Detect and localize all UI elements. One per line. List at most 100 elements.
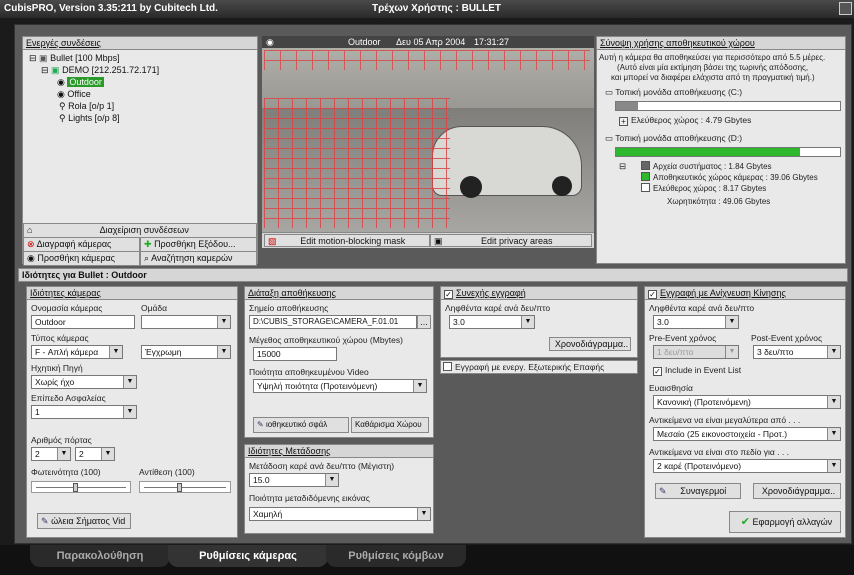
camera-type-select[interactable]: F - Απλή κάμερα <box>31 345 123 359</box>
camera-type-label: Τύπος κάμερας <box>31 333 89 343</box>
delete-camera-button[interactable]: ⊗ Διαγραφή κάμερας <box>23 237 140 252</box>
motion-fps-label: Ληφθέντα καρέ ανά δευ/πτο <box>649 303 755 313</box>
brightness-label: Φωτεινότητα (100) <box>31 467 101 477</box>
search-icon: ⌕ <box>144 253 150 263</box>
storage-error-button[interactable]: ✎ ιοθηκευτικό σφάλ <box>253 417 349 433</box>
system-files-label: Αρχεία συστήματος : 1.84 Gbytes <box>641 161 772 171</box>
continuous-fps-select[interactable]: 3.0 <box>449 315 535 329</box>
tree-node-office[interactable]: ◉ Office <box>29 88 159 100</box>
tree-node-lights[interactable]: ⚲ Lights [o/p 8] <box>29 112 159 124</box>
path-input[interactable]: D:\CUBIS_STORAGE\CAMERA_F.01.01 <box>249 315 417 329</box>
contrast-slider[interactable] <box>139 481 231 493</box>
alarms-button[interactable]: ✎ Συναγερμοί <box>655 483 741 499</box>
continuous-fps-label: Ληφθέντα καρέ ανά δευ/πτο <box>445 303 551 313</box>
tree-node-outdoor[interactable]: ◉ Outdoor <box>29 76 159 88</box>
motion-header[interactable]: ✓ Εγγραφή με Ανίχνευση Κίνησης <box>645 287 845 300</box>
camera-name-label: Ονομασία κάμερας <box>31 303 103 313</box>
motion-schedule-button[interactable]: Χρονοδιάγραμμα.. <box>753 483 841 499</box>
transfer-quality-label: Ποιότητα μεταδιδόμενης εικόνας <box>249 493 370 503</box>
camera-space-label: Αποθηκευτικός χώρος κάμερας : 39.06 Gbyt… <box>641 172 818 182</box>
camera-name-input[interactable]: Outdoor <box>31 315 135 329</box>
edit-icon: ✎ <box>41 516 49 526</box>
eye-icon: ◉ <box>57 89 65 99</box>
tab-node-settings[interactable]: Ρυθμίσεις κόμβων <box>326 545 466 567</box>
objects-size-label: Αντικείμενα να είναι μεγαλύτερα από . . … <box>649 415 801 425</box>
add-icon: ✚ <box>144 239 152 249</box>
car-wheel <box>460 176 482 198</box>
tab-monitoring[interactable]: Παρακολούθηση <box>30 545 170 567</box>
drive-icon: ▭ <box>605 87 614 97</box>
port-select-2[interactable]: 2 <box>75 447 115 461</box>
free-c-label: + Ελεύθερος χώρος : 4.79 Gbytes <box>619 115 751 126</box>
objects-size-select[interactable]: Μεσαίο (25 εικονοστοιχεία - Προτ.) <box>653 427 841 441</box>
sensitivity-select[interactable]: Κανονική (Προτεινόμενη) <box>653 395 841 409</box>
drive-c-label: ▭ Τοπική μονάδα αποθήκευσης (C:) <box>605 87 743 97</box>
continuous-header[interactable]: ✓ Συνεχής εγγραφή <box>441 287 637 300</box>
storage-settings-header: Διάταξη αποθήκευσης <box>245 287 433 300</box>
tree-node-rola[interactable]: ⚲ Rola [o/p 1] <box>29 100 159 112</box>
external-contact-row[interactable]: Εγγραφή με ενεργ. Εξωτερικής Επαφής <box>440 360 638 374</box>
security-select[interactable]: 1 <box>31 405 137 419</box>
color-select[interactable]: Έγχρωμη <box>141 345 231 359</box>
connections-tree: ⊟ ▣ Bullet [100 Mbps] ⊟ ▣ DEMO [212.251.… <box>29 52 159 124</box>
edit-icon: ✎ <box>257 420 264 429</box>
add-camera-button[interactable]: ◉ Προσθήκη κάμερας <box>23 251 140 266</box>
continuous-schedule-button[interactable]: Χρονοδιάγραμμα.. <box>549 337 631 351</box>
clear-storage-button[interactable]: Καθάρισμα Χώρου <box>351 417 429 433</box>
current-user: Τρέχων Χρήστης : BULLET <box>372 3 502 14</box>
field-duration-select[interactable]: 2 καρέ (Προτεινόμενο) <box>653 459 841 473</box>
size-input[interactable]: 15000 <box>253 347 337 361</box>
window-minimize-button[interactable] <box>839 2 852 15</box>
title-bar: CubisPRO, Version 3.35:211 by Cubitech L… <box>0 0 854 18</box>
transfer-fps-select[interactable]: 15.0 <box>249 473 339 487</box>
storage-note: Αυτή η κάμερα θα αποθηκεύσει για περισσό… <box>599 53 826 62</box>
tree-node-bullet[interactable]: ⊟ ▣ Bullet [100 Mbps] <box>29 52 159 64</box>
port-label: Αριθμός πόρτας <box>31 435 92 445</box>
privacy-icon: ▣ <box>434 236 443 246</box>
event-list-checkbox[interactable]: ✓ Include in Event List <box>653 365 741 376</box>
video-view[interactable]: ◉ Outdoor Δευ 05 Απρ 2004 17:31:27 ▧ Edit… <box>262 36 594 248</box>
capacity-label: Χωρητικότητα : 49.06 Gbytes <box>667 197 771 206</box>
post-event-select[interactable]: 3 δευ/πτο <box>753 345 841 359</box>
transfer-quality-select[interactable]: Χαμηλή <box>249 507 431 521</box>
port-select-1[interactable]: 2 <box>31 447 71 461</box>
size-label: Μέγεθος αποθηκευτικού χώρου (Mbytes) <box>249 335 403 345</box>
audio-select[interactable]: Χωρίς ήχο <box>31 375 137 389</box>
apply-changes-button[interactable]: ✔ Εφαρμογή αλλαγών <box>729 511 841 533</box>
manage-connections-button[interactable]: ⌂ Διαχείριση συνδέσεων <box>23 223 257 238</box>
camera-icon: ◉ <box>266 37 274 47</box>
security-label: Επίπεδο Ασφαλείας <box>31 393 106 403</box>
eye-icon: ◉ <box>27 253 35 263</box>
pre-event-label: Pre-Event χρόνος <box>649 333 717 343</box>
motion-mask-grid <box>264 98 450 228</box>
manage-icon: ⌂ <box>27 225 33 235</box>
storage-summary-header: Σύνοψη χρήσης αποθηκευτικού χώρου <box>597 37 845 50</box>
free-d-label: Ελεύθερος χώρος : 8.17 Gbytes <box>641 183 766 193</box>
add-output-button[interactable]: ✚ Προσθήκη Εξόδου... <box>140 237 257 252</box>
eye-icon: ◉ <box>57 77 65 87</box>
browse-button[interactable]: ... <box>417 315 431 329</box>
video-quality-select[interactable]: Υψηλή ποιότητα (Προτεινόμενη) <box>253 379 427 393</box>
audio-label: Ηχητική Πηγή <box>31 363 83 373</box>
car-wheel <box>552 176 572 196</box>
field-duration-label: Αντικείμενα να είναι στο πεδίο για . . . <box>649 447 789 457</box>
delete-icon: ⊗ <box>27 239 35 249</box>
group-select[interactable] <box>141 315 231 329</box>
drive-icon: ▭ <box>605 133 614 143</box>
brightness-slider[interactable] <box>31 481 131 493</box>
video-toolbar: ▧ Edit motion-blocking mask ▣ Edit privacy… <box>262 232 594 248</box>
tab-camera-settings[interactable]: Ρυθμίσεις κάμερας <box>168 545 328 567</box>
sensitivity-label: Ευαισθησία <box>649 383 693 393</box>
video-signal-button[interactable]: ✎ ώλεια Σήματος Vid <box>37 513 131 529</box>
edit-motion-mask-button[interactable]: ▧ Edit motion-blocking mask <box>264 234 430 247</box>
tree-toggle[interactable]: ⊟ <box>619 161 626 172</box>
edit-icon: ✎ <box>659 486 667 496</box>
camera-properties-panel: Ιδιότητες κάμερας Ονομασία κάμερας Outdo… <box>26 286 238 538</box>
storage-settings-panel: Διάταξη αποθήκευσης Σημείο αποθήκευσης D… <box>244 286 434 438</box>
search-cameras-button[interactable]: ⌕ Αναζήτηση καμερών <box>140 251 257 266</box>
group-label: Ομάδα <box>141 303 168 313</box>
edit-privacy-button[interactable]: ▣ Edit privacy areas <box>430 234 592 247</box>
tree-node-demo[interactable]: ⊟ ▣ DEMO [212.251.72.171] <box>29 64 159 76</box>
pre-event-select[interactable]: 1 δευ/πτο <box>653 345 739 359</box>
motion-fps-select[interactable]: 3.0 <box>653 315 739 329</box>
